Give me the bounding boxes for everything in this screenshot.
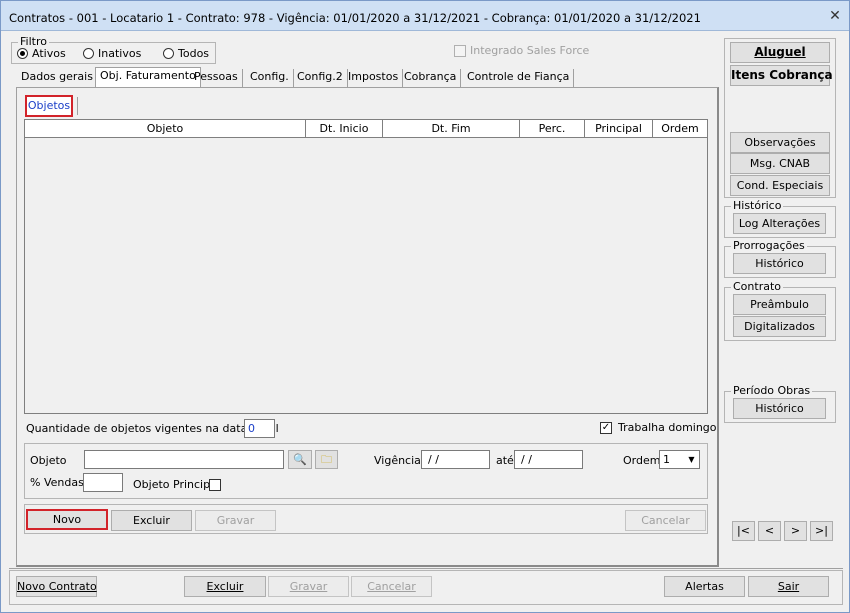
- novo-contrato-button[interactable]: Novo Contrato: [16, 576, 97, 597]
- objects-grid[interactable]: Objeto Dt. Inicio Dt. Fim Perc. Principa…: [24, 119, 708, 414]
- tab-dados-gerais[interactable]: Dados gerais: [17, 69, 98, 87]
- subtab-objetos[interactable]: Objetos: [25, 95, 73, 117]
- observacoes-button[interactable]: Observações: [730, 132, 830, 153]
- radio-inativos-circle[interactable]: [83, 48, 94, 59]
- vigencia-label: Vigência: [374, 454, 421, 467]
- col-dt-fim[interactable]: Dt. Fim: [383, 120, 520, 137]
- col-objeto[interactable]: Objeto: [25, 120, 306, 137]
- prorrogacoes-title: Prorrogações: [731, 239, 807, 253]
- subtab-divider: [77, 97, 78, 115]
- aluguel-button[interactable]: Aluguel: [730, 42, 830, 63]
- objeto-label: Objeto: [30, 454, 67, 467]
- log-alteracoes-button[interactable]: Log Alterações: [733, 213, 826, 234]
- radio-ativos-circle[interactable]: [17, 48, 28, 59]
- footer-cancelar-button: Cancelar: [351, 576, 432, 597]
- footer-divider: [9, 568, 843, 569]
- radio-inativos[interactable]: Inativos: [83, 47, 141, 60]
- itens-cobranca-button[interactable]: Itens Cobrança: [730, 65, 833, 86]
- chevron-down-icon[interactable]: ▼: [684, 451, 699, 468]
- qty-label: Quantidade de objetos vigentes na data a…: [26, 422, 279, 435]
- folder-icon[interactable]: 🗀: [315, 450, 338, 469]
- grid-header: Objeto Dt. Inicio Dt. Fim Perc. Principa…: [25, 120, 707, 138]
- col-ordem[interactable]: Ordem: [653, 120, 707, 137]
- alertas-button[interactable]: Alertas: [664, 576, 745, 597]
- footer-gravar-button: Gravar: [268, 576, 349, 597]
- digitalizados-button[interactable]: Digitalizados: [733, 316, 826, 337]
- cond-especiais-button[interactable]: Cond. Especiais: [730, 175, 830, 196]
- tab-config[interactable]: Config.: [246, 69, 294, 87]
- preambulo-button[interactable]: Preâmbulo: [733, 294, 826, 315]
- col-dt-inicio[interactable]: Dt. Inicio: [306, 120, 383, 137]
- col-perc[interactable]: Perc.: [520, 120, 585, 137]
- excluir-button[interactable]: Excluir: [111, 510, 192, 531]
- historico-title: Histórico: [731, 199, 784, 213]
- tab-controle-fianca[interactable]: Controle de Fiança: [463, 69, 575, 87]
- objeto-principal-checkbox[interactable]: [209, 479, 221, 491]
- ordem-select[interactable]: 1 ▼: [659, 450, 700, 469]
- sair-button[interactable]: Sair: [748, 576, 829, 597]
- obras-historico-button[interactable]: Histórico: [733, 398, 826, 419]
- gravar-button: Gravar: [195, 510, 276, 531]
- periodo-obras-title: Período Obras: [731, 384, 813, 398]
- ate-label: até: [496, 454, 514, 467]
- tab-pessoas[interactable]: Pessoas: [190, 69, 243, 87]
- integrado-label: Integrado Sales Force: [470, 44, 590, 57]
- radio-todos[interactable]: Todos: [163, 47, 209, 60]
- col-principal[interactable]: Principal: [585, 120, 653, 137]
- footer-excluir-button[interactable]: Excluir: [184, 576, 266, 597]
- vendas-label: % Vendas: [30, 476, 84, 489]
- nav-last-button[interactable]: >|: [810, 521, 833, 541]
- tab-cobranca[interactable]: Cobrança: [400, 69, 462, 87]
- nav-prev-button[interactable]: <: [758, 521, 781, 541]
- radio-inativos-label: Inativos: [98, 47, 142, 60]
- tab-config2[interactable]: Config.2: [293, 69, 348, 87]
- cancelar-button: Cancelar: [625, 510, 706, 531]
- nav-first-button[interactable]: |<: [732, 521, 755, 541]
- close-icon[interactable]: ✕: [827, 8, 843, 24]
- ordem-value: 1: [663, 453, 670, 466]
- title-bar: Contratos - 001 - Locatario 1 - Contrato…: [1, 1, 849, 31]
- radio-todos-label: Todos: [178, 47, 210, 60]
- nav-next-button[interactable]: >: [784, 521, 807, 541]
- radio-ativos[interactable]: Ativos: [17, 47, 66, 60]
- msg-cnab-button[interactable]: Msg. CNAB: [730, 153, 830, 174]
- window-title: Contratos - 001 - Locatario 1 - Contrato…: [9, 11, 701, 25]
- vendas-field[interactable]: [83, 473, 123, 492]
- ordem-label: Ordem: [623, 454, 661, 467]
- radio-todos-circle[interactable]: [163, 48, 174, 59]
- integrado-checkbox: [454, 45, 466, 57]
- radio-ativos-label: Ativos: [32, 47, 66, 60]
- trabalha-domingo-label: Trabalha domingo: [618, 421, 717, 434]
- tab-impostos[interactable]: Impostos: [344, 69, 404, 87]
- novo-button[interactable]: Novo: [26, 509, 108, 530]
- vigencia-to-field[interactable]: / /: [514, 450, 583, 469]
- objeto-field[interactable]: [84, 450, 284, 469]
- vigencia-from-field[interactable]: / /: [421, 450, 490, 469]
- binoculars-icon[interactable]: 🔍: [288, 450, 312, 469]
- prorrogacoes-historico-button[interactable]: Histórico: [733, 253, 826, 274]
- objeto-principal-label: Objeto Principal: [133, 478, 220, 491]
- tab-obj-faturamento[interactable]: Obj. Faturamento: [95, 67, 201, 88]
- trabalha-domingo-checkbox[interactable]: ✓: [600, 422, 612, 434]
- contracts-window: Contratos - 001 - Locatario 1 - Contrato…: [0, 0, 850, 613]
- contrato-title: Contrato: [731, 280, 784, 294]
- qty-field[interactable]: 0: [244, 419, 275, 438]
